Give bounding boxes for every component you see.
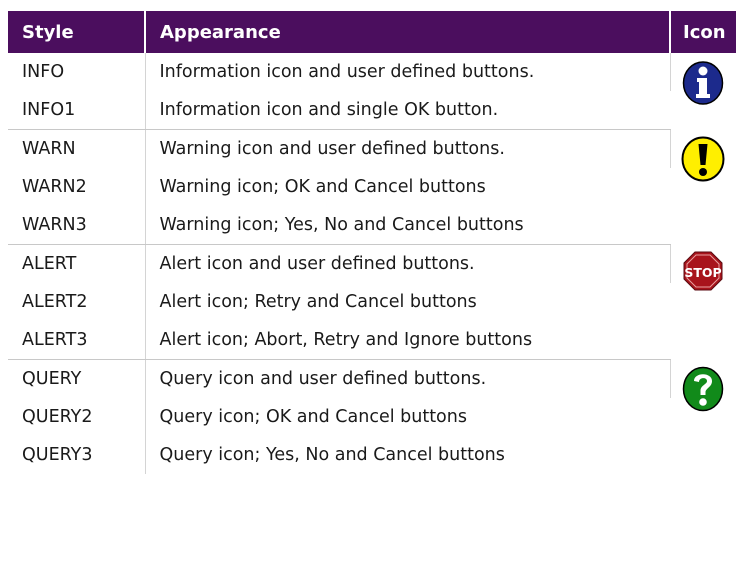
style-cell: WARN bbox=[8, 129, 146, 168]
appearance-cell: Information icon and user defined button… bbox=[145, 53, 671, 91]
table-body: INFO Information icon and user defined b… bbox=[8, 53, 736, 474]
table-row: INFO1 Information icon and single OK but… bbox=[8, 91, 736, 130]
icon-cell: STOP bbox=[670, 245, 736, 360]
style-cell: QUERY3 bbox=[8, 436, 146, 474]
appearance-cell: Query icon; Yes, No and Cancel buttons bbox=[159, 445, 505, 465]
style-cell: ALERT2 bbox=[8, 283, 146, 321]
appearance-cell: Alert icon and user defined buttons. bbox=[145, 244, 671, 283]
info-icon bbox=[683, 61, 724, 105]
message-styles-table: Style Appearance Icon INFO Information i… bbox=[8, 11, 736, 474]
appearance-cell: Query icon; OK and Cancel buttons bbox=[159, 407, 467, 427]
appearance-cell: Warning icon; OK and Cancel buttons bbox=[159, 177, 486, 197]
header-icon: Icon bbox=[670, 11, 736, 53]
style-cell: QUERY2 bbox=[8, 398, 146, 436]
appearance-cell: Alert icon; Abort, Retry and Ignore butt… bbox=[145, 321, 670, 360]
question-icon bbox=[683, 366, 724, 411]
table-row: QUERY Query icon and user defined button… bbox=[8, 359, 736, 411]
table-row: ALERT Alert icon and user defined button… bbox=[8, 244, 736, 290]
table-row: QUERY2 Query icon; OK and Cancel buttons bbox=[8, 398, 736, 436]
table-row: WARN Warning icon and user defined butto… bbox=[8, 129, 736, 181]
header-style: Style bbox=[8, 11, 146, 53]
style-cell: WARN3 bbox=[8, 206, 146, 245]
icon-cell bbox=[670, 360, 736, 475]
table-row: WARN3 Warning icon; Yes, No and Cancel b… bbox=[8, 206, 736, 245]
table-header: Style Appearance Icon bbox=[8, 11, 736, 53]
table-row: INFO Information icon and user defined b… bbox=[8, 53, 736, 105]
style-cell: INFO1 bbox=[8, 91, 146, 130]
icon-cell bbox=[670, 53, 736, 130]
style-cell: WARN2 bbox=[8, 168, 146, 206]
appearance-cell: Warning icon; Yes, No and Cancel buttons bbox=[145, 206, 670, 245]
style-cell: INFO bbox=[8, 53, 146, 91]
appearance-cell: Warning icon and user defined buttons. bbox=[145, 129, 671, 168]
header-row: Style Appearance Icon bbox=[8, 11, 736, 53]
appearance-cell: Query icon and user defined buttons. bbox=[145, 359, 671, 398]
table-row: ALERT2 Alert icon; Retry and Cancel butt… bbox=[8, 283, 736, 321]
appearance-cell: Information icon and single OK button. bbox=[145, 91, 670, 130]
table-row: QUERY3 Query icon; Yes, No and Cancel bu… bbox=[8, 436, 736, 474]
header-appearance: Appearance bbox=[145, 11, 671, 53]
icon-cell bbox=[670, 130, 736, 245]
stop-icon: STOP bbox=[683, 251, 723, 290]
table-row: WARN2 Warning icon; OK and Cancel button… bbox=[8, 168, 736, 206]
style-cell: ALERT bbox=[8, 244, 146, 283]
style-cell: ALERT3 bbox=[8, 321, 146, 360]
stop-icon-label: STOP bbox=[685, 265, 722, 280]
appearance-cell: Alert icon; Retry and Cancel buttons bbox=[159, 292, 477, 312]
table-row: ALERT3 Alert icon; Abort, Retry and Igno… bbox=[8, 321, 736, 360]
style-cell: QUERY bbox=[8, 359, 146, 398]
warning-icon bbox=[681, 136, 725, 181]
